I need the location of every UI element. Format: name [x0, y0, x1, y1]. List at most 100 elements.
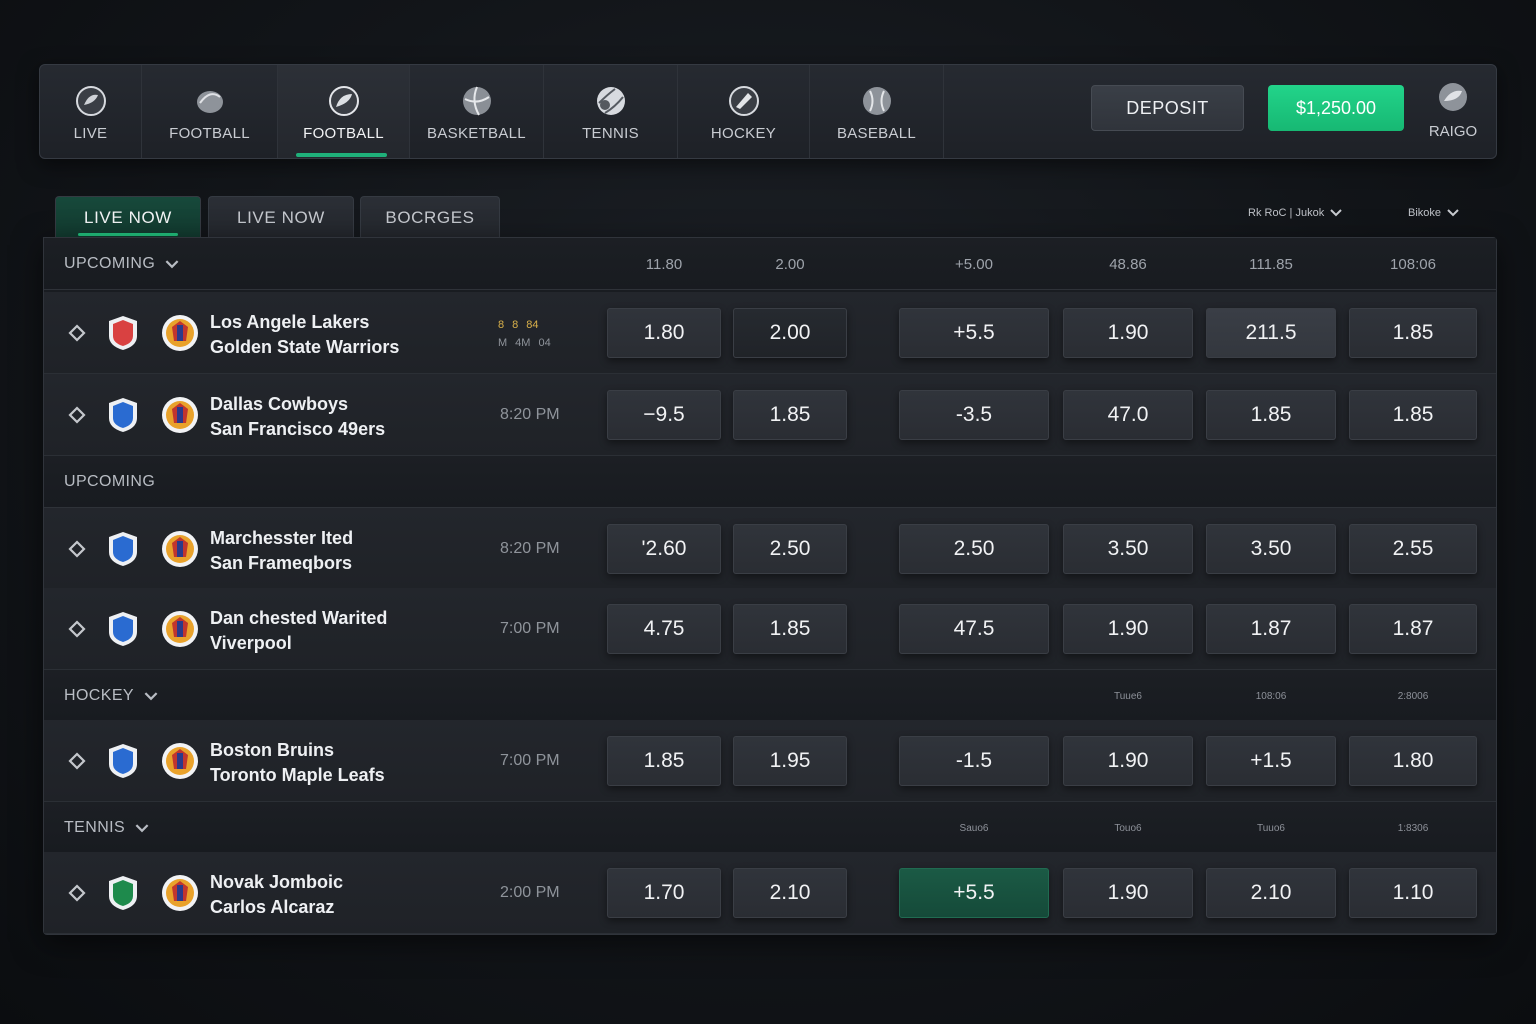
- nav-item-tennis[interactable]: TENNIS: [544, 65, 678, 158]
- baseball-icon: [862, 87, 891, 115]
- odds-button[interactable]: 1.80: [1349, 736, 1477, 786]
- section-header[interactable]: UPCOMING: [44, 456, 1496, 508]
- section-header[interactable]: HOCKEY Tuue6 108:06 2:8006: [44, 670, 1496, 722]
- odds-button[interactable]: 211.5: [1206, 308, 1336, 358]
- odds-button[interactable]: -3.5: [899, 390, 1049, 440]
- nav-item-football-active[interactable]: FOOTBALL: [278, 65, 410, 158]
- odds-button[interactable]: 1.90: [1063, 736, 1193, 786]
- team-away: San Francisco 49ers: [210, 419, 386, 439]
- favorite-diamond-icon[interactable]: [68, 406, 86, 424]
- odds-button[interactable]: 2.10: [733, 868, 847, 918]
- nav-item-live[interactable]: LIVE: [40, 65, 142, 158]
- odds-button[interactable]: 47.5: [899, 604, 1049, 654]
- tab-scores[interactable]: BOCRGES: [360, 196, 500, 238]
- odds-button[interactable]: 4.75: [607, 604, 721, 654]
- matchup[interactable]: Dan chested Warited Viverpool: [210, 606, 387, 656]
- odds-button[interactable]: 1.85: [1349, 390, 1477, 440]
- matchup[interactable]: Novak Jomboic Carlos Alcaraz: [210, 870, 343, 920]
- event-time: 7:00 PM: [500, 620, 560, 637]
- nav-label: BASKETBALL: [427, 125, 526, 142]
- football-icon: [328, 86, 359, 116]
- odds-button[interactable]: '2.60: [607, 524, 721, 574]
- odds-button[interactable]: 47.0: [1063, 390, 1193, 440]
- team-away: Carlos Alcaraz: [210, 897, 335, 917]
- odds-button[interactable]: 1.85: [1349, 308, 1477, 358]
- odds-button[interactable]: 2.00: [733, 308, 847, 358]
- odds-button[interactable]: 1.85: [733, 390, 847, 440]
- team-logo-icon: [162, 531, 198, 567]
- matchup[interactable]: Dallas Cowboys San Francisco 49ers: [210, 392, 385, 442]
- team-logo-icon: [162, 875, 198, 911]
- sort-filter-label: Bikoke: [1408, 207, 1442, 219]
- matchup[interactable]: Los Angele Lakers Golden State Warriors: [210, 310, 399, 360]
- nav-item-basketball[interactable]: BASKETBALL: [410, 65, 544, 158]
- odds-button[interactable]: 2.10: [1206, 868, 1336, 918]
- section-title: TENNIS: [64, 802, 149, 854]
- market-filter-dropdown[interactable]: Rk RoC | Jukok: [1248, 204, 1342, 222]
- balance-button[interactable]: $1,250.00: [1268, 85, 1404, 131]
- odds-button[interactable]: 3.50: [1063, 524, 1193, 574]
- odds-button[interactable]: 1.90: [1063, 308, 1193, 358]
- favorite-diamond-icon[interactable]: [68, 884, 86, 902]
- odds-button[interactable]: 1.85: [607, 736, 721, 786]
- favorite-diamond-icon[interactable]: [68, 752, 86, 770]
- event-time: 8:20 PM: [500, 540, 560, 557]
- odds-button[interactable]: 1.85: [733, 604, 847, 654]
- profile-menu[interactable]: RAIGO: [1420, 81, 1486, 143]
- nav-item-baseball[interactable]: BASEBALL: [810, 65, 944, 158]
- live-score-value: M: [498, 337, 508, 349]
- odds-button[interactable]: 1.87: [1349, 604, 1477, 654]
- odds-button[interactable]: -1.5: [899, 736, 1049, 786]
- odds-button[interactable]: +5.5: [899, 308, 1049, 358]
- column-header: 108:06: [1255, 690, 1287, 702]
- market-filter-label: Rk RoC | Jukok: [1248, 207, 1325, 219]
- odds-button[interactable]: 1.87: [1206, 604, 1336, 654]
- odds-button[interactable]: 2.55: [1349, 524, 1477, 574]
- event-time: 2:00 PM: [500, 884, 560, 901]
- column-header: 1:8306: [1397, 822, 1429, 834]
- odds-button[interactable]: +1.5: [1206, 736, 1336, 786]
- team-home: Marchesster Ited: [210, 528, 354, 548]
- nav-label: BASEBALL: [836, 125, 917, 142]
- odds-button[interactable]: 1.95: [733, 736, 847, 786]
- team-home: Dallas Cowboys: [210, 394, 349, 414]
- tab-live-now[interactable]: LIVE NOW: [55, 196, 201, 238]
- event-time: 7:00 PM: [500, 752, 560, 769]
- section-header[interactable]: UPCOMING 11.80 2.00 +5.00 48.86 111.85 108:06: [44, 238, 1496, 290]
- favorite-diamond-icon[interactable]: [68, 324, 86, 342]
- odds-button[interactable]: −9.5: [607, 390, 721, 440]
- odds-button[interactable]: 1.10: [1349, 868, 1477, 918]
- nav-label: FOOTBALL: [303, 125, 384, 142]
- favorite-diamond-icon[interactable]: [68, 540, 86, 558]
- chevron-down-icon: [1447, 209, 1459, 217]
- events-table: UPCOMING 11.80 2.00 +5.00 48.86 111.85 108:06 …: [43, 237, 1497, 935]
- league-badge-icon: [109, 532, 137, 566]
- odds-button[interactable]: 1.70: [607, 868, 721, 918]
- section-title-text: UPCOMING: [64, 255, 156, 272]
- odds-button[interactable]: 2.50: [899, 524, 1049, 574]
- nav-item-football[interactable]: FOOTBALL: [142, 65, 278, 158]
- section-header[interactable]: TENNIS Sauo6 Touo6 Tuuo6 1:8306: [44, 802, 1496, 854]
- nav-item-hockey[interactable]: HOCKEY: [678, 65, 810, 158]
- matchup[interactable]: Marchesster Ited San Frameqbors: [210, 526, 353, 576]
- odds-button[interactable]: 1.90: [1063, 868, 1193, 918]
- event-row: Novak Jomboic Carlos Alcaraz 2:00 PM 1.70…: [44, 852, 1496, 934]
- odds-button[interactable]: +5.5: [899, 868, 1049, 918]
- column-header: 2:8006: [1397, 690, 1429, 702]
- nav-label: TENNIS: [582, 125, 639, 142]
- favorite-diamond-icon[interactable]: [68, 620, 86, 638]
- live-score-value: 4M: [515, 337, 531, 349]
- odds-button[interactable]: 2.50: [733, 524, 847, 574]
- matchup[interactable]: Boston Bruins Toronto Maple Leafs: [210, 738, 385, 788]
- odds-button[interactable]: 1.80: [607, 308, 721, 358]
- chevron-down-icon: [1330, 209, 1342, 217]
- deposit-button[interactable]: DEPOSIT: [1091, 85, 1244, 131]
- odds-button[interactable]: 1.90: [1063, 604, 1193, 654]
- sort-filter-dropdown[interactable]: Bikoke: [1408, 204, 1459, 222]
- team-away: Toronto Maple Leafs: [210, 765, 385, 785]
- section-title: UPCOMING: [64, 456, 155, 508]
- tab-live-now-2[interactable]: LIVE NOW: [208, 196, 354, 238]
- odds-button[interactable]: 1.85: [1206, 390, 1336, 440]
- odds-button[interactable]: 3.50: [1206, 524, 1336, 574]
- nav-label: HOCKEY: [710, 125, 777, 142]
